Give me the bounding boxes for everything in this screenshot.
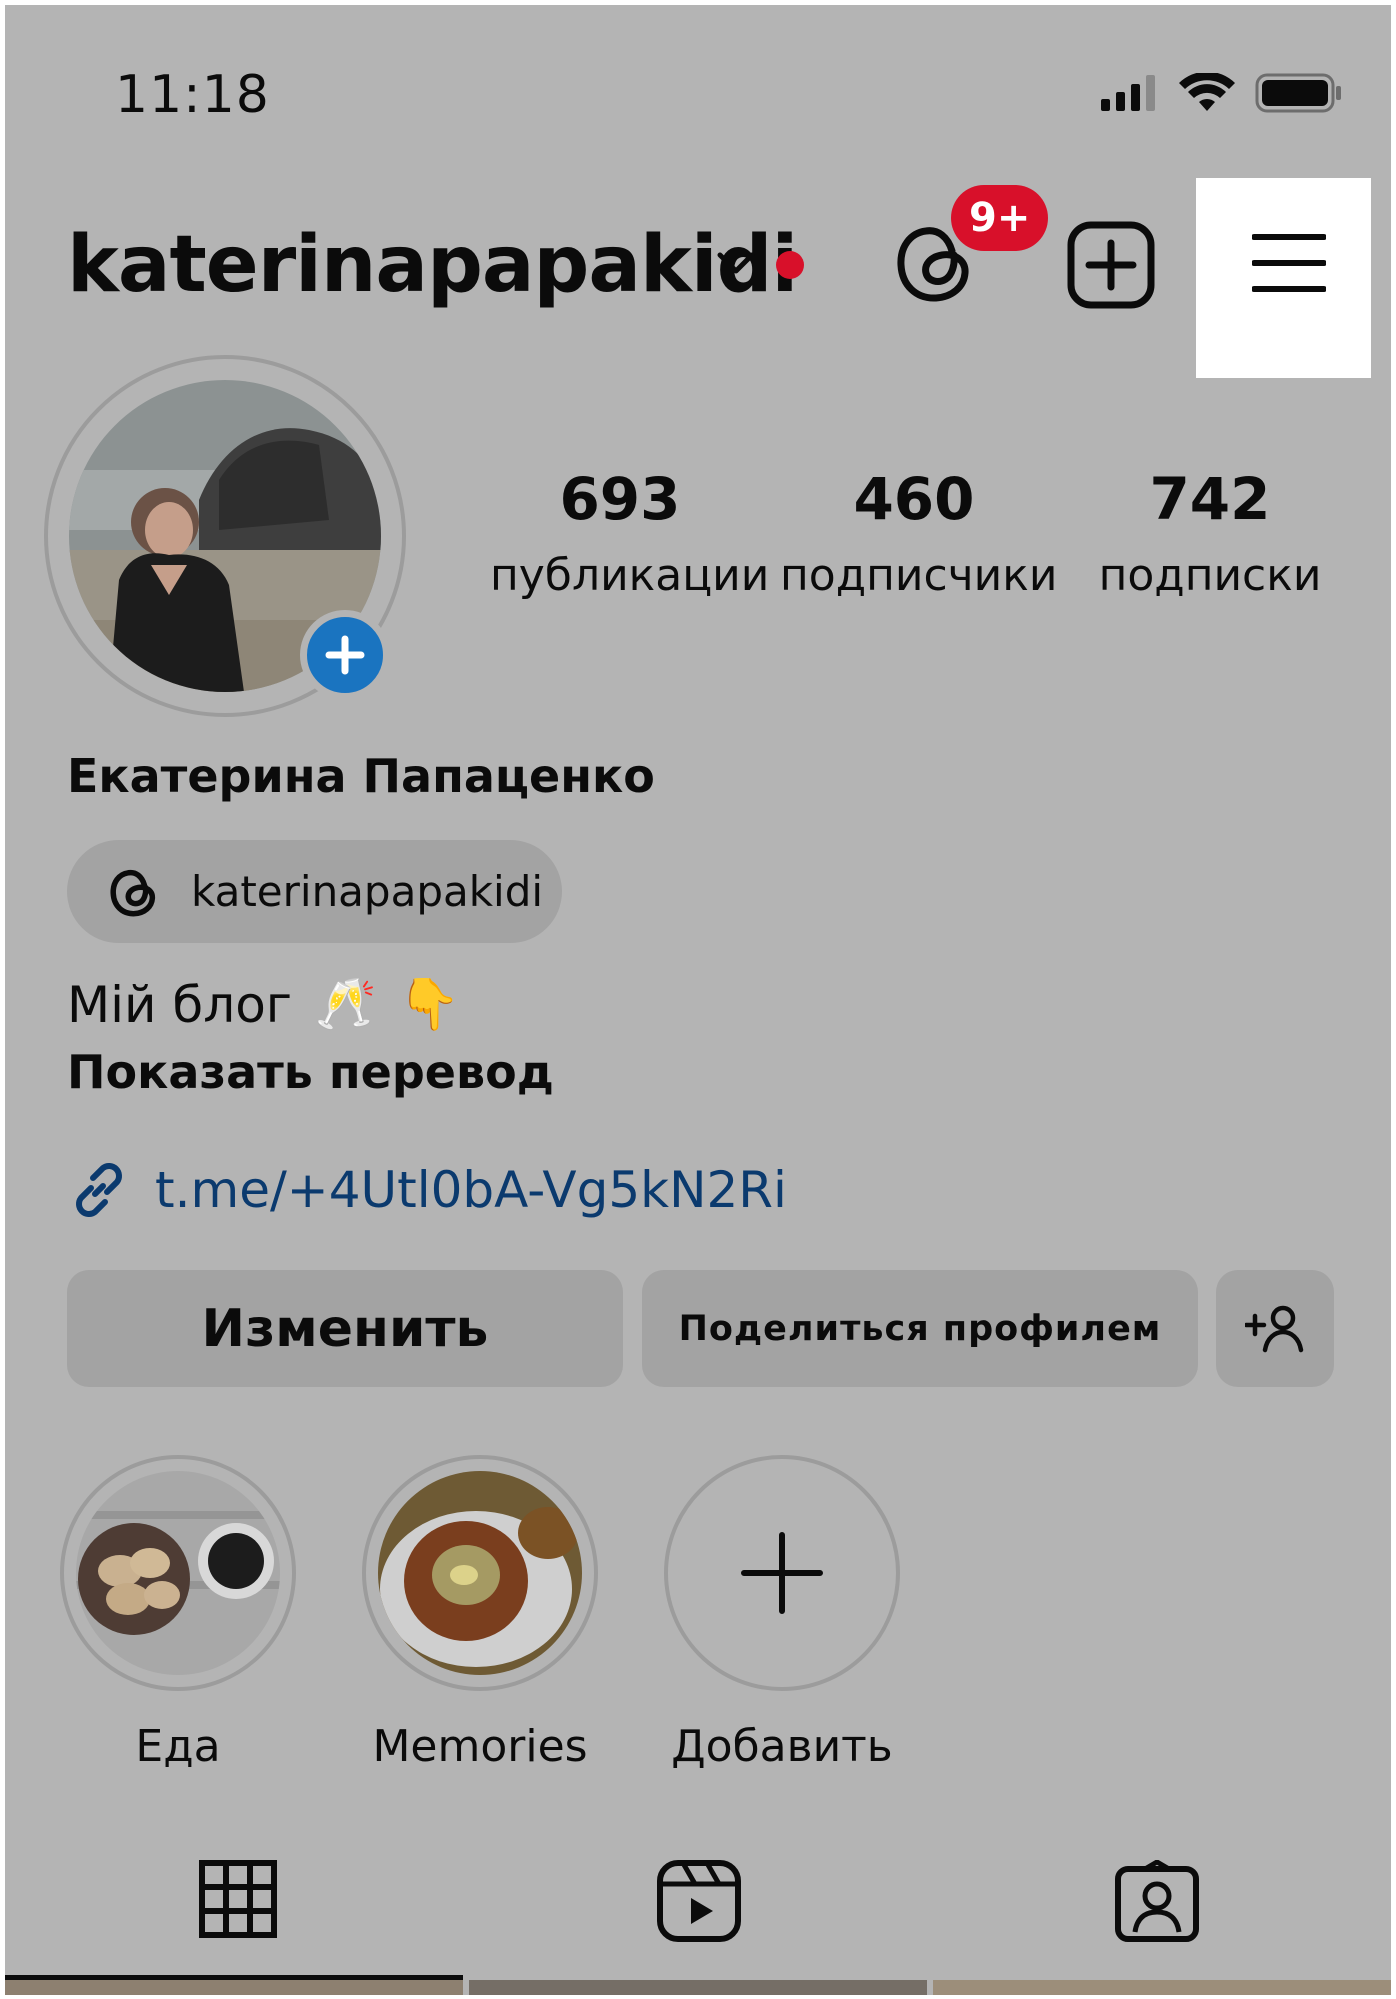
pointing-down-emoji: 👇 bbox=[398, 975, 461, 1033]
signal-icon bbox=[1101, 75, 1155, 111]
stat-followers-label: подписчики bbox=[780, 550, 1058, 601]
profile-full-name: Екатерина Папаценко bbox=[67, 749, 655, 803]
chevron-down-icon[interactable] bbox=[715, 248, 757, 278]
highlight-add-circle bbox=[664, 1455, 900, 1691]
stat-posts-value: 693 bbox=[559, 465, 681, 533]
food-cover-image bbox=[76, 1471, 280, 1675]
create-post-icon[interactable] bbox=[1067, 221, 1155, 309]
profile-username[interactable]: katerinapapakidi bbox=[67, 220, 798, 310]
bio: Мій блог 🥂 👇 bbox=[67, 975, 461, 1034]
highlight-memories[interactable]: Memories bbox=[362, 1455, 598, 1772]
memories-cover-image bbox=[378, 1471, 582, 1675]
status-icons bbox=[1101, 73, 1343, 113]
battery-icon bbox=[1255, 73, 1341, 113]
stat-following[interactable]: 742 подписки bbox=[1085, 470, 1335, 601]
add-person-icon bbox=[1245, 1305, 1304, 1352]
posts-grid-preview bbox=[5, 1980, 1391, 1995]
stat-posts-label: публикации bbox=[490, 550, 770, 601]
highlight-add-label: Добавить bbox=[671, 1721, 893, 1772]
post-thumbnail[interactable] bbox=[933, 1980, 1391, 1995]
status-time: 11:18 bbox=[115, 65, 270, 125]
reels-icon[interactable] bbox=[657, 1860, 741, 1942]
add-story-button[interactable] bbox=[300, 610, 390, 700]
highlight-food-cover bbox=[76, 1471, 280, 1675]
highlight-ring bbox=[60, 1455, 296, 1691]
stat-posts[interactable]: 693 публикации bbox=[490, 465, 770, 601]
threads-handle: katerinapapakidi bbox=[191, 867, 544, 916]
highlight-food[interactable]: Еда bbox=[60, 1455, 296, 1772]
stat-following-value: 742 bbox=[1149, 465, 1271, 533]
show-translation-link[interactable]: Показать перевод bbox=[67, 1045, 554, 1099]
link-icon bbox=[76, 1163, 122, 1217]
wifi-icon bbox=[1179, 73, 1235, 111]
hamburger-menu-icon[interactable] bbox=[1252, 233, 1326, 293]
discover-people-button[interactable] bbox=[1216, 1270, 1334, 1387]
stat-following-label: подписки bbox=[1098, 550, 1322, 601]
highlight-memories-label: Memories bbox=[372, 1721, 588, 1772]
profile-link-text[interactable]: t.me/+4Utl0bA-Vg5kN2Ri bbox=[155, 1161, 787, 1219]
grid-icon[interactable] bbox=[199, 1860, 277, 1938]
stat-followers-value: 460 bbox=[853, 465, 975, 533]
post-thumbnail[interactable] bbox=[469, 1980, 927, 1995]
new-activity-dot bbox=[776, 251, 804, 279]
highlight-ring bbox=[362, 1455, 598, 1691]
stat-followers[interactable]: 460 подписчики bbox=[780, 465, 1058, 601]
post-thumbnail[interactable] bbox=[5, 1980, 463, 1995]
plus-icon bbox=[741, 1532, 823, 1614]
tagged-icon[interactable] bbox=[1115, 1860, 1199, 1942]
profile-screen: 11:18 katerinapapakidi 9+ 693 публикации… bbox=[5, 5, 1391, 1995]
bio-text: Мій блог bbox=[67, 975, 293, 1034]
threads-icon bbox=[110, 869, 156, 916]
highlight-memories-cover bbox=[378, 1471, 582, 1675]
threads-profile-badge[interactable]: katerinapapakidi bbox=[67, 840, 562, 943]
highlight-add[interactable]: Добавить bbox=[664, 1455, 900, 1772]
highlight-food-label: Еда bbox=[135, 1721, 221, 1772]
plus-icon bbox=[325, 635, 365, 675]
champagne-emoji: 🥂 bbox=[314, 975, 377, 1033]
share-profile-button[interactable]: Поделиться профилем bbox=[642, 1270, 1198, 1387]
edit-profile-button[interactable]: Изменить bbox=[67, 1270, 623, 1387]
profile-link[interactable]: t.me/+4Utl0bA-Vg5kN2Ri bbox=[67, 1158, 787, 1222]
threads-notification-badge: 9+ bbox=[951, 185, 1049, 251]
